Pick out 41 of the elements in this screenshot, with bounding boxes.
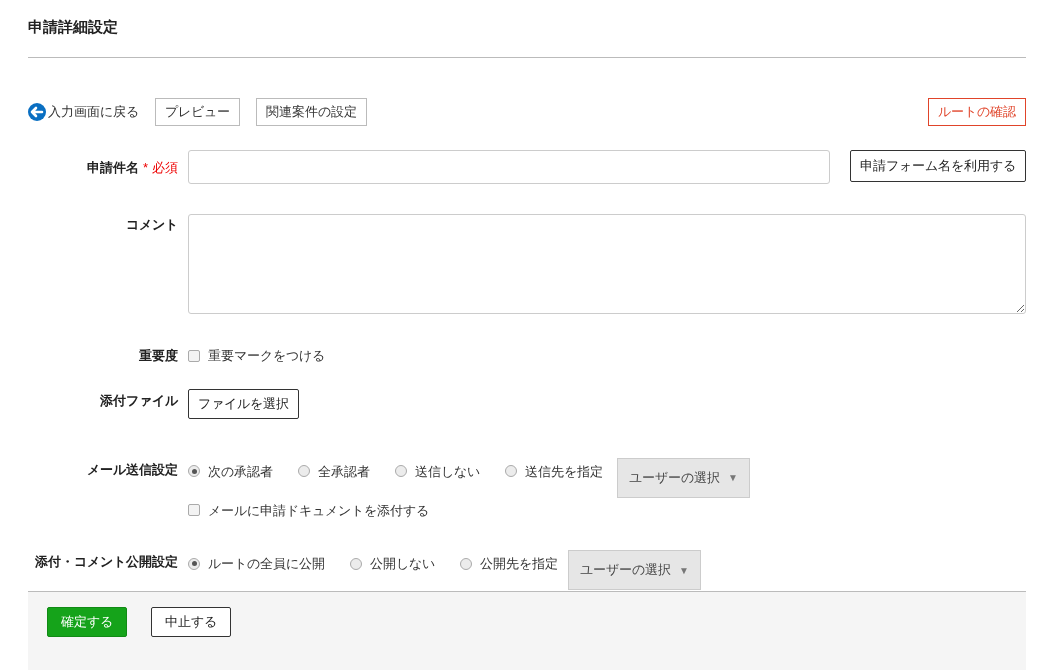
cancel-button[interactable]: 中止する bbox=[151, 607, 231, 637]
field-label: 重要度 bbox=[139, 347, 178, 365]
checkbox-option[interactable]: メールに申請ドキュメントを添付する bbox=[188, 500, 1026, 520]
field-label: 申請件名 bbox=[86, 159, 139, 177]
back-arrow-icon bbox=[28, 103, 46, 121]
subject-input[interactable] bbox=[188, 150, 830, 184]
toolbar-button[interactable]: プレビュー bbox=[155, 98, 240, 126]
radio-option[interactable]: ルートの全員に公開 bbox=[188, 554, 325, 574]
radio-option[interactable]: 次の承認者 bbox=[188, 461, 273, 481]
checkbox[interactable] bbox=[188, 349, 200, 362]
caret-icon: ▼ bbox=[728, 470, 738, 485]
comment-textarea[interactable] bbox=[188, 214, 1026, 314]
radio-option[interactable]: 送信先を指定 bbox=[505, 461, 603, 481]
caret-icon: ▼ bbox=[679, 562, 689, 578]
route-check-button[interactable]: ルートの確認 bbox=[928, 98, 1026, 126]
radio-button[interactable] bbox=[188, 557, 200, 570]
radio-button[interactable] bbox=[505, 465, 517, 478]
field-label: コメント bbox=[126, 216, 178, 234]
page-title: 申請詳細設定 bbox=[28, 0, 118, 58]
checkbox-option[interactable]: 重要マークをつける bbox=[188, 346, 1026, 366]
checkbox[interactable] bbox=[188, 504, 200, 517]
radio-button[interactable] bbox=[460, 557, 472, 570]
user-select-dropdown[interactable]: ユーザーの選択 ▼ bbox=[617, 457, 750, 498]
use-form-name-button[interactable]: 申請フォーム名を利用する bbox=[850, 150, 1026, 182]
choose-file-button[interactable]: ファイルを選択 bbox=[188, 388, 299, 419]
radio-button[interactable] bbox=[395, 465, 407, 478]
radio-option[interactable]: 公開先を指定 bbox=[460, 554, 558, 574]
field-label: メール送信設定 bbox=[87, 460, 178, 479]
user-select-dropdown[interactable]: ユーザーの選択 ▼ bbox=[568, 550, 701, 590]
field-label: 添付ファイル bbox=[100, 391, 178, 410]
back-link[interactable]: 入力画面に戻る bbox=[28, 102, 139, 122]
radio-button[interactable] bbox=[350, 557, 362, 570]
radio-option[interactable]: 送信しない bbox=[395, 461, 480, 481]
required-label: 必須 bbox=[152, 159, 178, 177]
required-asterisk: * bbox=[142, 159, 148, 177]
field-label: 添付・コメント公開設定 bbox=[35, 553, 178, 571]
radio-option[interactable]: 公開しない bbox=[350, 554, 435, 574]
radio-button[interactable] bbox=[188, 465, 200, 478]
radio-option[interactable]: 全承認者 bbox=[298, 461, 370, 481]
toolbar-button[interactable]: 関連案件の設定 bbox=[256, 98, 367, 126]
radio-button[interactable] bbox=[298, 465, 310, 478]
